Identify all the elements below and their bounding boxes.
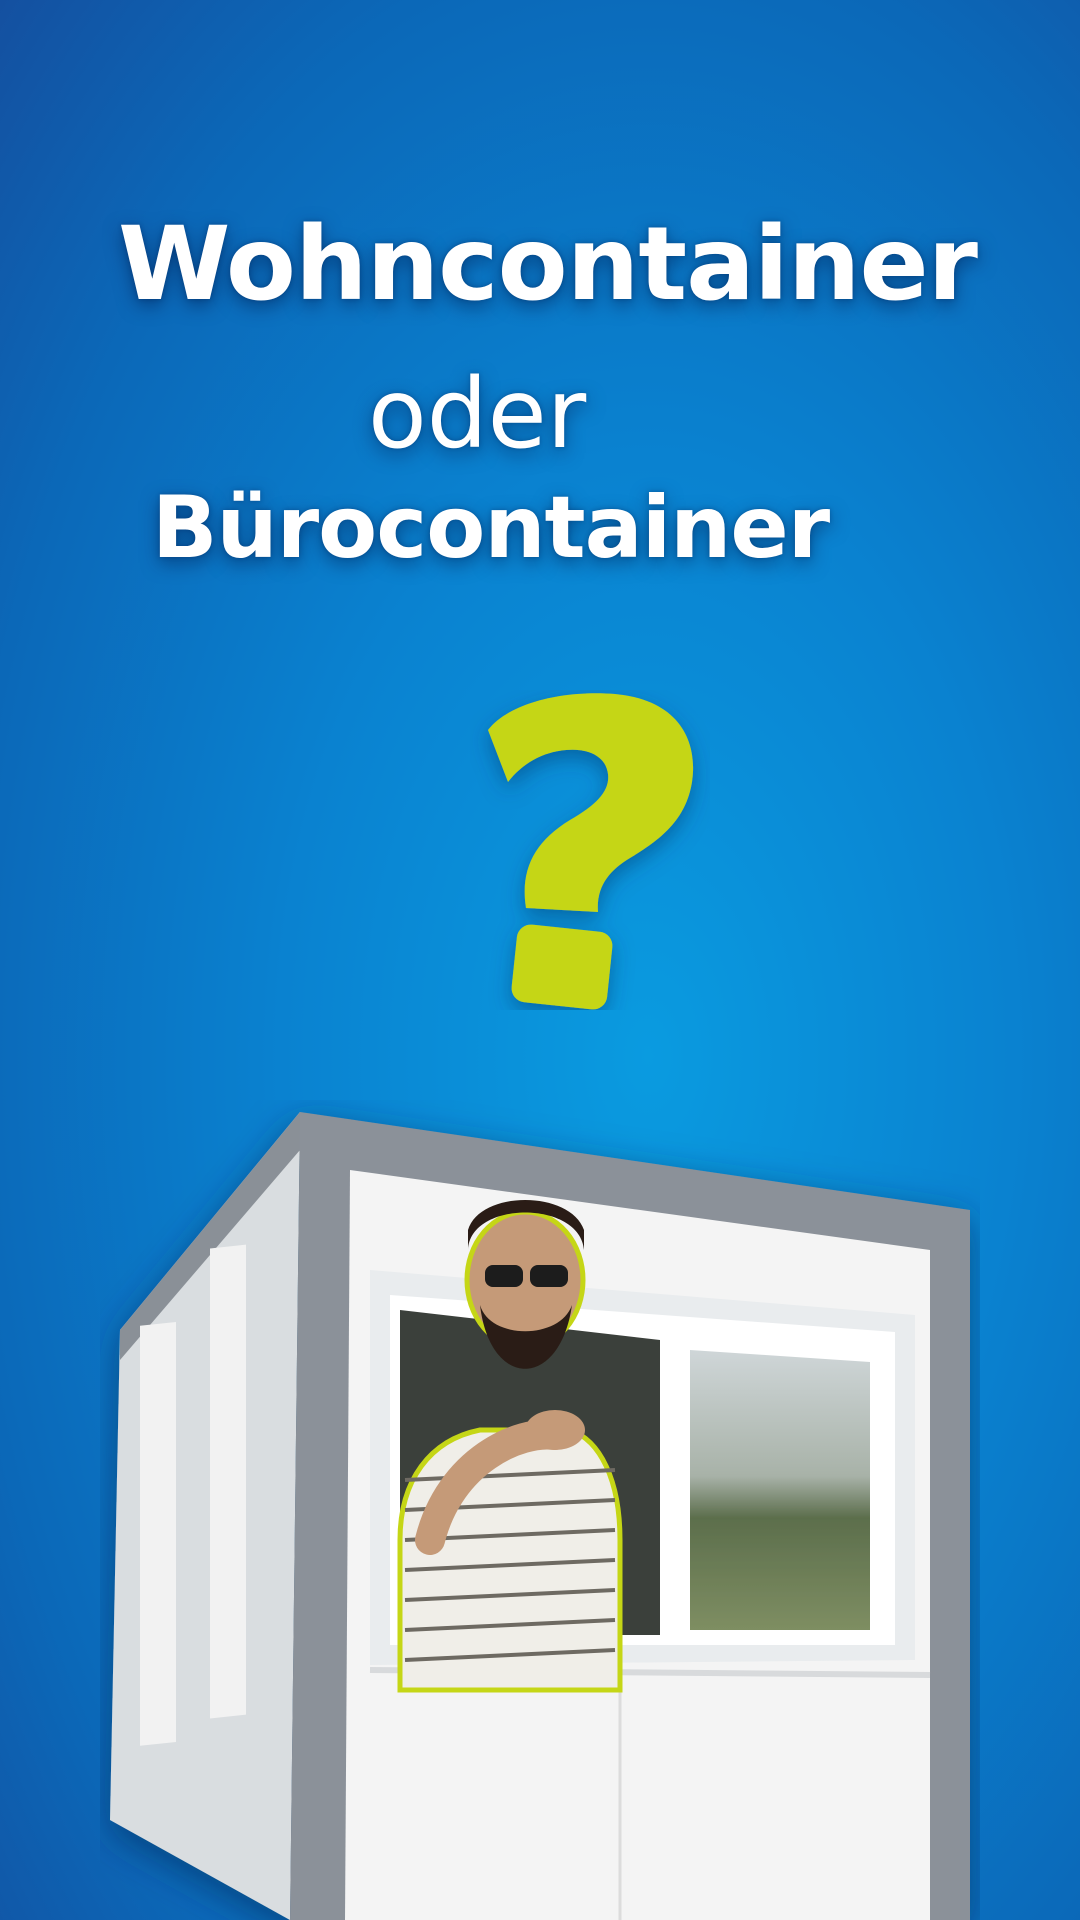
question-mark-icon — [488, 693, 694, 1010]
container-photo — [110, 1112, 970, 1920]
headline-line-3: Bürocontainer — [152, 478, 830, 578]
headline-line-2: oder — [368, 358, 587, 470]
headline-line-1: Wohncontainer — [118, 205, 978, 324]
